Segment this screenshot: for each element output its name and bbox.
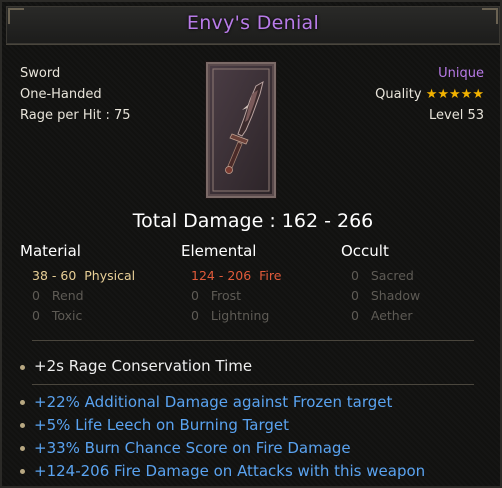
stat-value: 0	[191, 308, 199, 323]
stat-label: Physical	[84, 268, 136, 283]
item-level: Level 53	[429, 108, 484, 123]
title-bar: Envy's Denial	[6, 6, 500, 45]
stat-label: Fire	[259, 268, 282, 283]
stat-label: Toxic	[51, 308, 83, 323]
item-rarity: Unique	[438, 66, 484, 81]
bullet-icon	[20, 400, 25, 405]
damage-stat-shadow: 0 Shadow	[351, 288, 420, 303]
damage-stat-toxic: 0 Toxic	[32, 308, 82, 323]
stat-value: 0	[351, 288, 359, 303]
stat-label: Shadow	[370, 288, 421, 303]
rage-per-hit: Rage per Hit : 75	[20, 108, 131, 123]
bullet-icon	[20, 446, 25, 451]
stat-value: 0	[191, 288, 199, 303]
stat-value: 0	[351, 308, 359, 323]
stat-label: Aether	[370, 308, 413, 323]
stat-value: 124 - 206	[191, 268, 252, 283]
affix-line: +22% Additional Damage against Frozen ta…	[34, 393, 393, 411]
stat-value: 0	[32, 308, 40, 323]
sword-art-icon	[210, 66, 272, 194]
item-tooltip: Envy's Denial Sword One-Handed Rage per …	[0, 0, 502, 488]
section-divider	[32, 340, 474, 341]
quality-row: Quality ★★★★★	[375, 87, 484, 102]
damage-stat-physical: 38 - 60 Physical	[32, 268, 135, 283]
bullet-icon	[20, 423, 25, 428]
damage-stat-sacred: 0 Sacred	[351, 268, 414, 283]
item-handedness: One-Handed	[20, 87, 102, 102]
column-header-elemental: Elemental	[181, 242, 257, 260]
stat-value: 0	[351, 268, 359, 283]
damage-stat-rend: 0 Rend	[32, 288, 84, 303]
damage-stat-fire: 124 - 206 Fire	[191, 268, 281, 283]
stat-label: Lightning	[210, 308, 270, 323]
item-name: Envy's Denial	[186, 12, 320, 34]
quality-label: Quality	[375, 87, 422, 102]
column-header-occult: Occult	[341, 242, 389, 260]
quality-stars: ★★★★★	[425, 87, 484, 102]
affix-line: +124-206 Fire Damage on Attacks with thi…	[34, 462, 426, 480]
item-art	[206, 62, 276, 198]
damage-stat-aether: 0 Aether	[351, 308, 413, 323]
section-divider	[32, 384, 474, 385]
bullet-icon	[20, 365, 25, 370]
total-damage: Total Damage : 162 - 266	[132, 210, 374, 232]
stat-value: 38 - 60	[32, 268, 77, 283]
affix-line: +5% Life Leech on Burning Target	[34, 416, 290, 434]
damage-stat-frost: 0 Frost	[191, 288, 241, 303]
damage-stat-lightning: 0 Lightning	[191, 308, 269, 323]
stat-value: 0	[32, 288, 40, 303]
item-type: Sword	[20, 66, 61, 81]
affix-line: +33% Burn Chance Score on Fire Damage	[34, 439, 351, 457]
stat-label: Rend	[51, 288, 84, 303]
implicit-modifier: +2s Rage Conservation Time	[34, 357, 253, 375]
stat-label: Sacred	[370, 268, 414, 283]
bullet-icon	[20, 469, 25, 474]
column-header-material: Material	[20, 242, 81, 260]
stat-label: Frost	[210, 288, 242, 303]
